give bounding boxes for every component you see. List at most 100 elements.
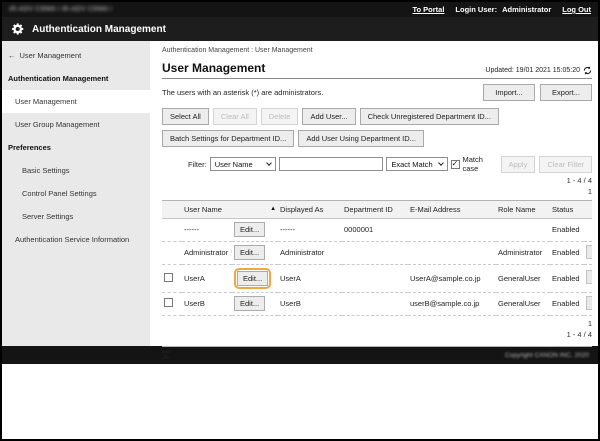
add-user--button[interactable]: Add User... (302, 108, 355, 125)
apply-button[interactable]: Apply (501, 156, 536, 173)
sort-ascending-icon: ▲ (270, 206, 276, 212)
clear-all-button[interactable]: Clear All (213, 108, 257, 125)
log-out-link[interactable]: Log Out (562, 5, 591, 14)
page-frame: iR-ADV C5560 / iR-ADV C5560 / To Portal … (0, 0, 600, 441)
filter-text-input[interactable] (279, 157, 383, 171)
cell-user-name: ------ (182, 218, 232, 241)
cell-status: Enabled (550, 264, 584, 292)
select-all-button[interactable]: Select All (162, 108, 209, 125)
cell-department-id (342, 264, 408, 292)
cell-role-name: GeneralUser (496, 264, 550, 292)
main-content: Authentication Management : User Managem… (150, 41, 600, 346)
filter-field-value: User Name (215, 160, 253, 169)
back-to-top-icon[interactable] (162, 351, 170, 359)
sidebar-back-label: User Management (20, 51, 82, 60)
actions-row-2: Batch Settings for Department ID...Add U… (162, 130, 592, 152)
updated-timestamp: Updated: 19/01 2021 15:05:20 (485, 67, 580, 74)
cell-user-name: UserB (182, 292, 232, 315)
table-row: UserBEdit...UserBuserB@sample.co.jpGener… (162, 292, 592, 315)
page-title: User Management (162, 61, 265, 75)
cell-department-id: 0000001 (342, 218, 408, 241)
cell-email: UserA@sample.co.jp (408, 264, 496, 292)
edit-button[interactable]: Edit... (234, 222, 265, 237)
user-table: User Name ▲ Displayed As Department ID E… (162, 200, 592, 316)
gear-icon (11, 22, 25, 36)
header-status: Status (550, 200, 584, 218)
cell-displayed-as: UserA (278, 264, 342, 292)
header-user-name[interactable]: User Name ▲ (182, 200, 278, 218)
sidebar-item-user-management[interactable]: User Management (2, 90, 150, 113)
edit-button[interactable]: Edit... (234, 245, 265, 260)
cut-off-button-stub (586, 296, 592, 310)
cell-displayed-as: ------ (278, 218, 342, 241)
cell-department-id (342, 241, 408, 264)
cell-status: Enabled (550, 218, 584, 241)
match-case-checkbox[interactable]: ✓ (451, 160, 460, 169)
sidebar-item-authentication-service-information[interactable]: Authentication Service Information (2, 228, 150, 251)
copyright-text: Copyright CANON INC. 2020 (505, 352, 589, 359)
login-user-value: Administrator (502, 5, 551, 14)
cell-user-name: UserA (182, 264, 232, 292)
cell-user-name: Administrator* (182, 241, 232, 264)
cell-role-name: GeneralUser (496, 292, 550, 315)
sidebar-item-authentication-management: Authentication Management (2, 67, 150, 90)
cut-off-button-stub (586, 270, 592, 284)
row-checkbox[interactable] (164, 273, 173, 282)
cell-displayed-as: UserB (278, 292, 342, 315)
refresh-icon[interactable] (583, 66, 592, 75)
table-row: UserA Edit... UserA UserA@sample.co.jpGener… (162, 264, 592, 292)
table-row: Administrator*Edit...AdministratorAdmini… (162, 241, 592, 264)
back-arrow-icon: ← (8, 51, 16, 60)
table-header-row: User Name ▲ Displayed As Department ID E… (162, 200, 592, 218)
pagination-range: 1 - 4 / 4 (162, 176, 592, 187)
export-button[interactable]: Export... (540, 84, 592, 101)
header-department-id: Department ID (342, 200, 408, 218)
sidebar-item-control-panel-settings[interactable]: Control Panel Settings (2, 182, 150, 205)
add-user-using-department-id--button[interactable]: Add User Using Department ID... (298, 130, 424, 147)
filter-field-select[interactable]: User Name (210, 157, 277, 171)
sidebar-item-basic-settings[interactable]: Basic Settings (2, 159, 150, 182)
cell-status: Enabled (550, 241, 584, 264)
check-unregistered-department-id--button[interactable]: Check Unregistered Department ID... (360, 108, 499, 125)
pagination-bottom: 1 1 - 4 / 4 (162, 319, 592, 341)
edit-button[interactable]: Edit... (234, 296, 265, 311)
delete-button[interactable]: Delete (261, 108, 299, 125)
sidebar-item-preferences: Preferences (2, 136, 150, 159)
clear-filter-button[interactable]: Clear Filter (539, 156, 592, 173)
cut-off-button-stub (586, 245, 592, 259)
import-button[interactable]: Import... (483, 84, 535, 101)
match-case-label: Match case (463, 155, 498, 173)
admin-asterisk-note: The users with an asterisk (*) are admin… (162, 88, 323, 97)
cell-role-name: Administrator (496, 241, 550, 264)
cell-email (408, 218, 496, 241)
cell-displayed-as: Administrator (278, 241, 342, 264)
header-checkbox-col (162, 200, 182, 218)
filter-match-select[interactable]: Exact Match (386, 157, 447, 171)
cell-email: userB@sample.co.jp (408, 292, 496, 315)
actions-row-1: Select AllClear AllDeleteAdd User... Chec… (162, 108, 592, 130)
pagination-page-number[interactable]: 1 (162, 187, 592, 198)
sidebar-back-user-management[interactable]: ← User Management (2, 44, 150, 67)
highlight-callout-ring: Edit... (234, 268, 271, 289)
pagination-page-number[interactable]: 1 (162, 319, 592, 330)
header-displayed-as: Displayed As (278, 200, 342, 218)
device-name-text: iR-ADV C5560 / iR-ADV C5560 / (9, 6, 112, 13)
pagination-top: 1 - 4 / 4 1 (162, 176, 592, 198)
header-email: E-Mail Address (408, 200, 496, 218)
divider (162, 346, 592, 347)
cell-email (408, 241, 496, 264)
admin-asterisk: * (231, 248, 232, 257)
filter-label: Filter: (188, 160, 207, 169)
chevron-down-icon (438, 160, 444, 166)
pagination-range: 1 - 4 / 4 (162, 330, 592, 341)
cell-status: Enabled (550, 292, 584, 315)
sidebar-item-server-settings[interactable]: Server Settings (2, 205, 150, 228)
edit-button[interactable]: Edit... (237, 271, 268, 286)
breadcrumb: Authentication Management : User Managem… (162, 47, 592, 54)
row-checkbox[interactable] (164, 298, 173, 307)
app-header: Authentication Management (2, 17, 598, 41)
to-portal-link[interactable]: To Portal (412, 5, 444, 14)
sidebar-item-user-group-management[interactable]: User Group Management (2, 113, 150, 136)
chevron-down-icon (267, 160, 273, 166)
batch-settings-for-department-id--button[interactable]: Batch Settings for Department ID... (162, 130, 294, 147)
